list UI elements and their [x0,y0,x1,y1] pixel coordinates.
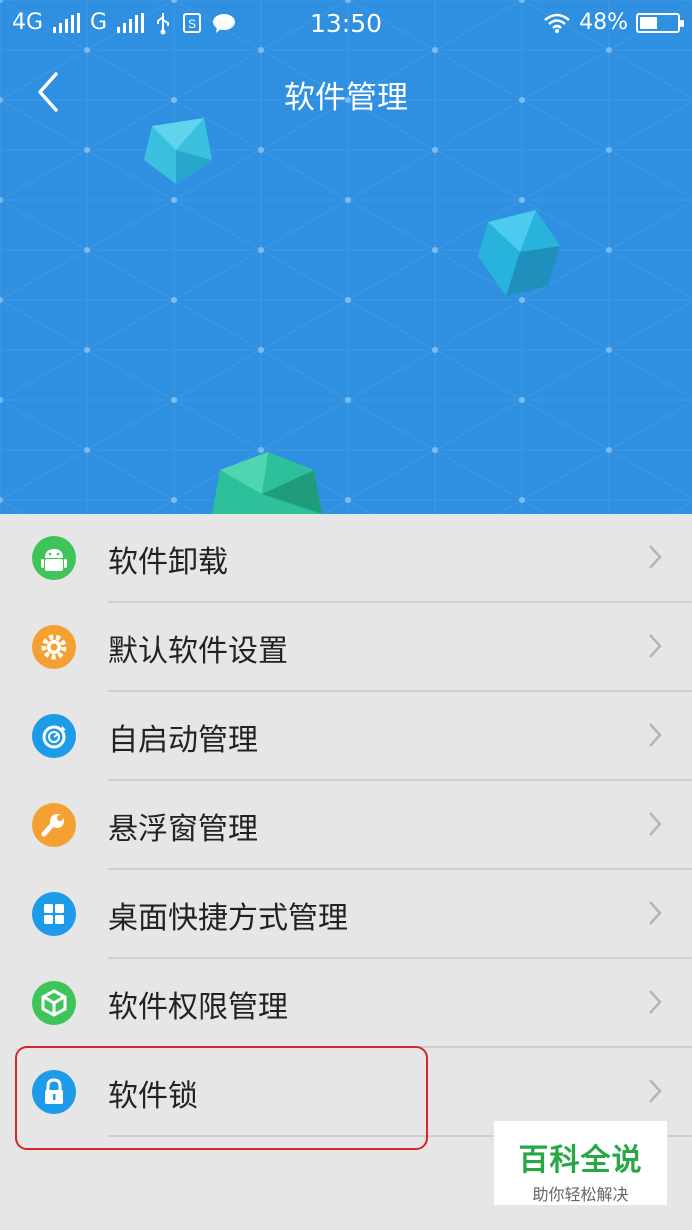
startup-icon [32,714,76,758]
menu-item-permissions[interactable]: 软件权限管理 [0,959,692,1048]
menu-item-label: 桌面快捷方式管理 [108,901,348,936]
menu-item-label: 软件锁 [108,1079,198,1114]
menu-item-label: 软件卸载 [108,545,228,580]
menu-item-label: 悬浮窗管理 [108,812,258,847]
menu-item-label: 默认软件设置 [108,634,288,669]
menu-item-label: 软件权限管理 [108,990,288,1025]
battery-percent: 48% [579,10,628,35]
chevron-right-icon [649,634,662,658]
android-icon [32,536,76,580]
watermark-sub: 助你轻松解决 [532,1185,629,1204]
menu-item-uninstall[interactable]: 软件卸载 [0,514,692,603]
chevron-right-icon [649,812,662,836]
watermark-logo: 百科全说 助你轻松解决 [494,1121,667,1205]
chevron-right-icon [649,990,662,1014]
menu-list: 软件卸载 默认软件设置 自启动管理 悬浮窗管理 桌面快捷方式管理 软件权限管理 … [0,514,692,1137]
title-bar: 软件管理 [0,60,692,124]
grid-icon [32,892,76,936]
menu-item-label: 自启动管理 [108,723,258,758]
page-title: 软件管理 [284,80,408,116]
battery-icon [636,12,684,33]
wrench-icon [32,803,76,847]
menu-item-autostart[interactable]: 自启动管理 [0,692,692,781]
chevron-right-icon [649,1079,662,1103]
watermark-main: 百科全说 [518,1143,643,1178]
lock-icon [32,1070,76,1114]
chevron-right-icon [649,545,662,569]
header-banner: 4G G S 13:50 48% 软件管理 [0,0,692,514]
gear-icon [32,625,76,669]
menu-item-floating-window[interactable]: 悬浮窗管理 [0,781,692,870]
wifi-icon [544,13,570,33]
shield-icon [32,981,76,1025]
chevron-right-icon [649,723,662,747]
chevron-right-icon [649,901,662,925]
status-bar: 4G G S 13:50 48% [0,0,692,50]
menu-item-shortcuts[interactable]: 桌面快捷方式管理 [0,870,692,959]
menu-item-default-apps[interactable]: 默认软件设置 [0,603,692,692]
